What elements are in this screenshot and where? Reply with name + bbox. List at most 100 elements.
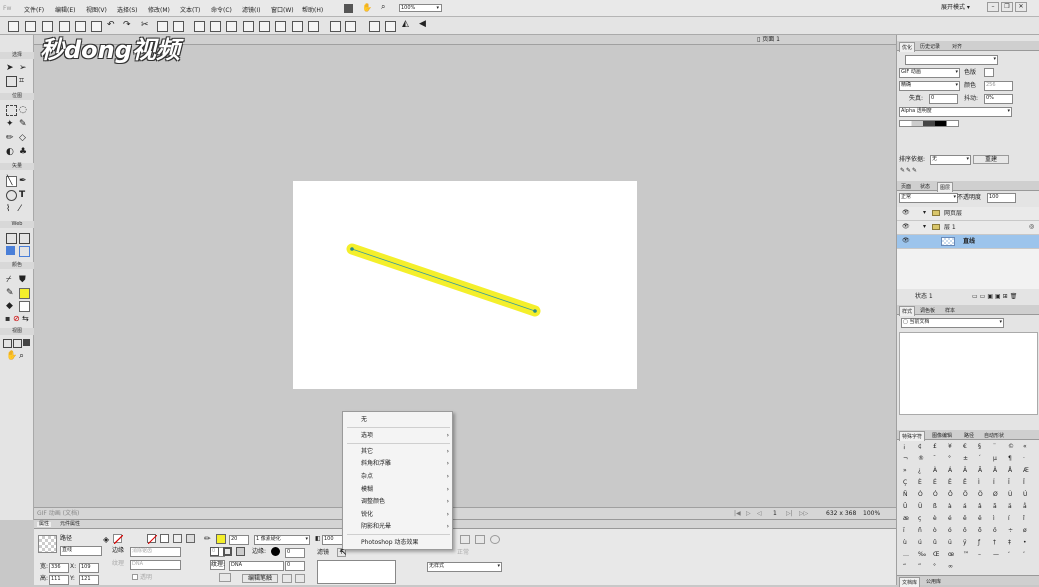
special-char[interactable]: ¢ — [918, 443, 922, 450]
special-char[interactable]: ™ — [963, 551, 969, 558]
frame-last-icon[interactable]: ▷▷ — [799, 511, 808, 517]
special-char[interactable]: ë — [978, 515, 982, 522]
special-char[interactable]: Ò — [918, 491, 923, 498]
fill-pattern-button[interactable] — [186, 534, 195, 543]
edge-select[interactable]: 消除锯齿 — [130, 547, 181, 557]
special-char[interactable]: Ù — [1008, 491, 1012, 498]
layer-actions[interactable]: ▭▭▣▣⊞🗑 — [972, 294, 1019, 300]
special-char[interactable]: õ — [978, 527, 982, 534]
special-char[interactable]: è — [933, 515, 937, 522]
special-char[interactable]: • — [1023, 539, 1027, 546]
loss-input[interactable]: 0 — [929, 94, 958, 104]
special-char[interactable]: ∞ — [948, 563, 953, 570]
color-table-tools[interactable]: ✎✎✎ — [900, 168, 918, 174]
minimize-button[interactable]: – — [987, 2, 999, 12]
show-slices-icon[interactable] — [19, 246, 30, 257]
special-char[interactable]: — — [993, 551, 999, 558]
style-new-button[interactable] — [460, 535, 470, 544]
edit-stroke-button[interactable]: 编辑笔触 — [242, 574, 278, 583]
special-char[interactable]: ä — [1008, 503, 1012, 510]
special-char[interactable]: Å — [1008, 467, 1012, 474]
export-format-select[interactable]: GIF 动画 ▾ — [899, 68, 960, 78]
paint-bucket-tool-icon[interactable]: ⛊ — [19, 275, 28, 285]
styles-source-select[interactable]: ▢ 当前文档 ▾ — [901, 318, 1004, 328]
stroke-size-input[interactable]: 20 — [229, 535, 249, 545]
special-char[interactable]: À — [933, 467, 937, 474]
special-char[interactable]: ° — [933, 563, 936, 570]
special-char[interactable]: ¥ — [948, 443, 952, 450]
start-point-handle[interactable] — [350, 247, 354, 251]
undo-icon[interactable]: ↶ — [107, 21, 115, 30]
special-char[interactable]: é — [948, 515, 952, 522]
color-table-strip[interactable] — [899, 120, 959, 127]
filters-list[interactable] — [317, 560, 396, 584]
stroke-color-swatch[interactable] — [19, 288, 30, 299]
special-char[interactable]: ° — [948, 455, 951, 462]
flip-horizontal-icon[interactable]: ◭ — [402, 20, 409, 29]
special-char[interactable]: Õ — [963, 491, 968, 498]
blur-tool-icon[interactable]: ◐ — [6, 147, 15, 157]
tab-special-chars[interactable]: 特殊字符 — [899, 431, 926, 441]
special-char[interactable]: ú — [918, 539, 922, 546]
special-char[interactable]: ´ — [978, 455, 981, 462]
dither-input[interactable]: 0% — [984, 94, 1013, 104]
tab-auto-shapes[interactable]: 自动形状 — [982, 431, 1006, 440]
frame-play-icon[interactable]: ▷ — [746, 511, 751, 517]
special-char[interactable]: Ë — [963, 479, 967, 486]
brush-tool-icon[interactable]: ✎ — [19, 119, 28, 129]
special-char[interactable]: å — [1023, 503, 1027, 510]
filter-menu-item-sharpen[interactable]: 锐化 › — [343, 509, 454, 520]
special-char[interactable]: ¶ — [1008, 455, 1012, 462]
special-char[interactable]: Á — [948, 467, 952, 474]
layer-row-web-layer[interactable]: 👁 ▾ 网页层 — [897, 207, 1039, 221]
special-char[interactable]: ü — [948, 539, 952, 546]
stroke-color-icon[interactable]: ✎ — [6, 288, 15, 298]
menu-filters[interactable]: 滤镜(I) — [242, 5, 260, 14]
eye-icon[interactable]: 👁 — [902, 238, 910, 244]
tab-document-library[interactable]: 文档库 — [899, 577, 921, 587]
line-tool-icon[interactable]: ╲ — [6, 176, 17, 187]
menu-window[interactable]: 窗口(W) — [271, 5, 294, 14]
layer-blend-select[interactable]: 正常 ▾ — [899, 193, 958, 203]
filter-menu-item-other[interactable]: 其它 › — [343, 446, 454, 457]
special-char[interactable]: ‘ — [1008, 551, 1010, 558]
import-icon[interactable] — [59, 21, 70, 32]
swap-colors-icon[interactable]: ⇆ — [22, 314, 31, 323]
special-char[interactable]: ñ — [918, 527, 922, 534]
special-char[interactable]: ” — [918, 563, 921, 570]
knife-tool-icon[interactable]: ⁄ — [19, 204, 28, 214]
restore-button[interactable]: ❐ — [1001, 2, 1013, 12]
stroke-type-select[interactable]: 1 像素硬化 ▾ — [254, 535, 310, 545]
save-icon[interactable] — [42, 21, 53, 32]
fill-color-none-swatch[interactable] — [113, 534, 124, 545]
new-icon[interactable] — [8, 21, 19, 32]
fill-solid-button[interactable] — [160, 534, 169, 543]
layer-target-icon[interactable]: ◎ — [1029, 224, 1034, 230]
height-input[interactable]: 111 — [49, 575, 69, 585]
special-char[interactable]: Í — [993, 479, 995, 486]
status-zoom[interactable]: 100% — [863, 511, 880, 517]
special-char[interactable]: Ô — [948, 491, 953, 498]
special-char[interactable]: Ö — [978, 491, 983, 498]
layer-row-layer-1[interactable]: 👁 ▾ 层 1 ◎ — [897, 221, 1039, 235]
special-char[interactable]: ’ — [1023, 551, 1025, 558]
optimize-preset-select[interactable]: ▾ — [905, 55, 998, 65]
ellipse-tool-icon[interactable] — [6, 190, 17, 201]
special-char[interactable]: Ó — [933, 491, 938, 498]
special-char[interactable]: ¿ — [918, 467, 921, 474]
tab-optimize[interactable]: 优化 — [899, 42, 916, 52]
special-char[interactable]: … — [903, 551, 909, 558]
menu-help[interactable]: 帮助(H) — [302, 5, 323, 14]
document-canvas[interactable] — [293, 181, 637, 389]
filter-menu-item-adjust-color[interactable]: 调整颜色 › — [343, 496, 454, 507]
frame-prev-icon[interactable]: ◁ — [757, 511, 762, 517]
special-char[interactable]: È — [918, 479, 922, 486]
menu-modify[interactable]: 修改(M) — [148, 5, 170, 14]
special-char[interactable]: Æ — [1023, 467, 1029, 474]
layout-icon[interactable] — [344, 4, 353, 13]
special-char[interactable]: á — [963, 503, 967, 510]
fill-color-icon[interactable]: ◆ — [6, 301, 15, 311]
special-char[interactable]: Ã — [978, 467, 982, 474]
special-char[interactable]: ò — [933, 527, 937, 534]
menu-view[interactable]: 视图(V) — [86, 5, 107, 14]
